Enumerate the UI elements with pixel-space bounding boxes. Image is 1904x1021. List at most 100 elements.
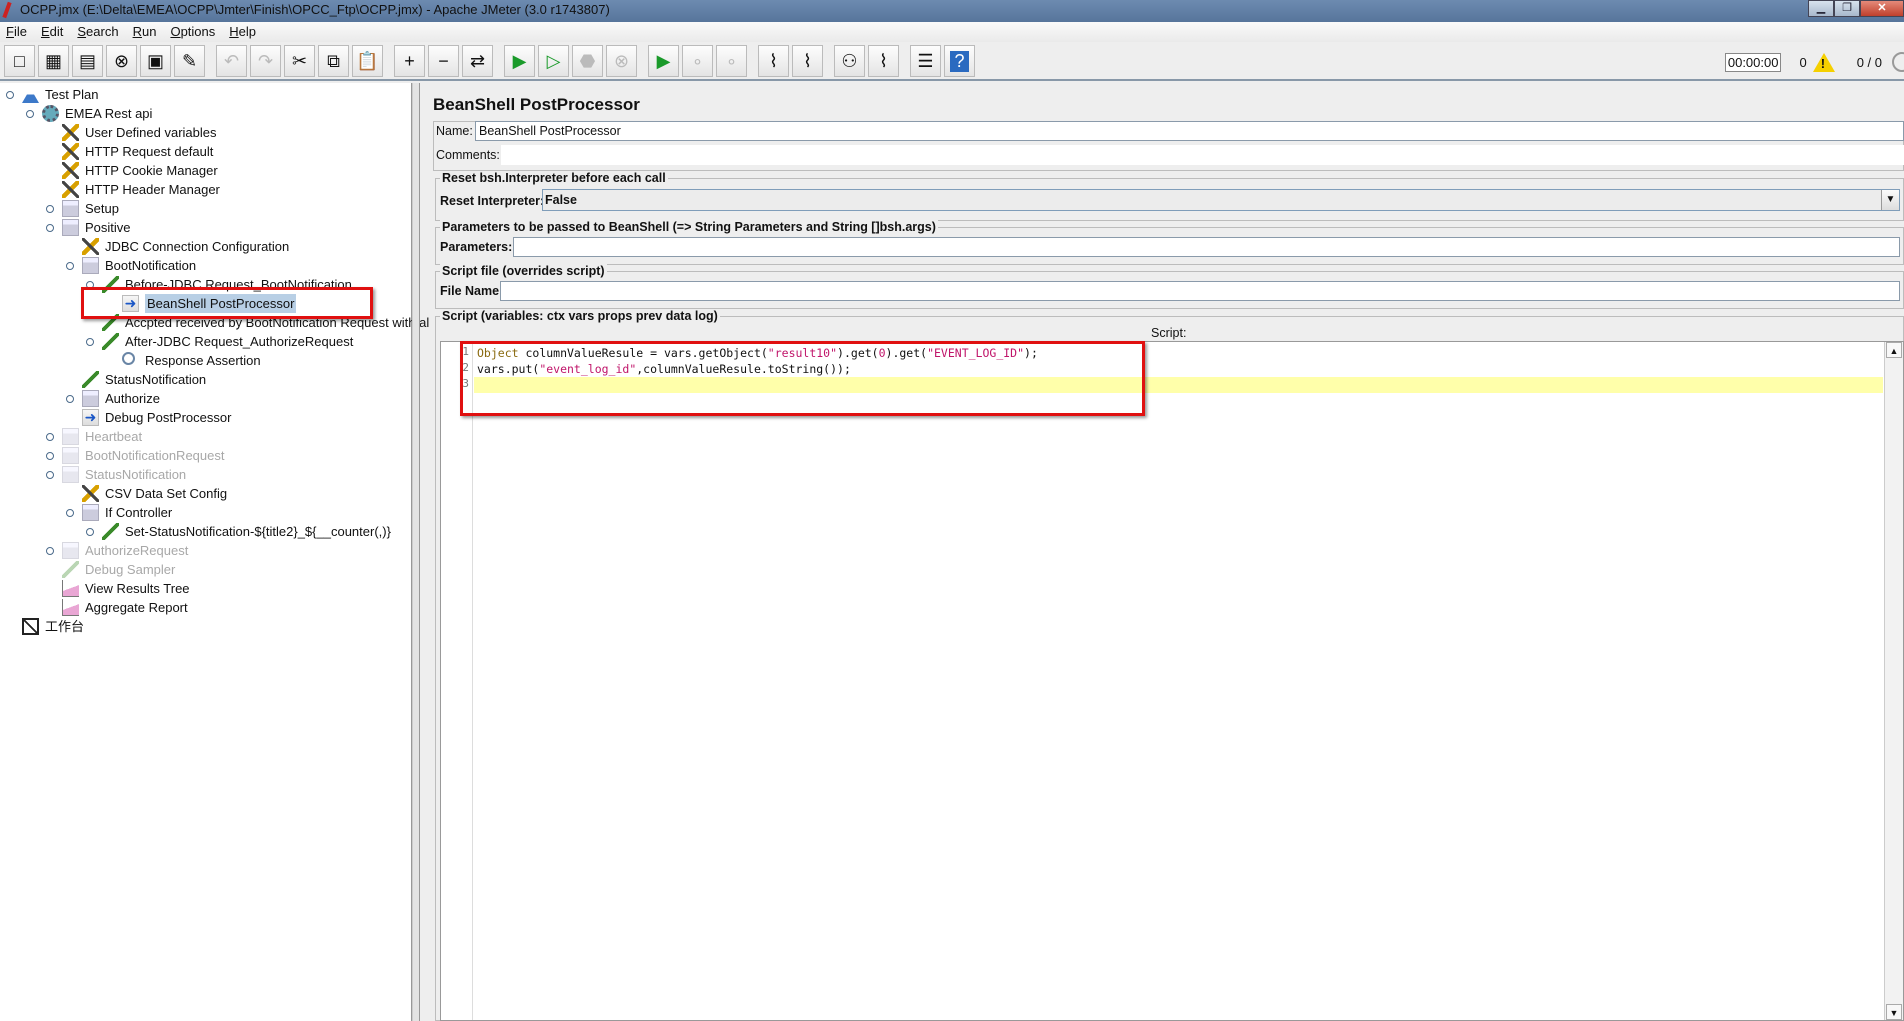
tree-node[interactable]: Positive — [0, 218, 412, 237]
tree-node[interactable]: Authorize — [0, 389, 412, 408]
menu-help[interactable]: Help — [229, 22, 256, 42]
expand-toggle-icon[interactable] — [26, 110, 34, 118]
expand-button[interactable]: + — [394, 45, 425, 77]
scroll-up-icon[interactable]: ▲ — [1886, 342, 1902, 358]
tree-node[interactable]: EMEA Rest api — [0, 104, 412, 123]
collapse-button[interactable]: − — [428, 45, 459, 77]
tree-node[interactable]: 工作台 — [0, 617, 412, 636]
tree-node-label: BootNotification — [105, 258, 197, 273]
tree-node[interactable]: StatusNotification — [0, 370, 412, 389]
close-button[interactable]: ⊗ — [106, 45, 137, 77]
expand-toggle-icon[interactable] — [66, 262, 74, 270]
tree-node[interactable]: BootNotificationRequest — [0, 446, 412, 465]
remote-stop-icon: ∘ — [691, 50, 704, 71]
menu-run[interactable]: Run — [133, 22, 157, 42]
tree-node[interactable]: ➜ Debug PostProcessor — [0, 408, 412, 427]
tree-node[interactable]: Response Assertion — [0, 351, 412, 370]
expand-toggle-icon[interactable] — [46, 452, 54, 460]
tree-node-label: Aggregate Report — [85, 600, 188, 615]
tree-node[interactable]: Heartbeat — [0, 427, 412, 446]
tree-node[interactable]: After-JDBC Request_AuthorizeRequest — [0, 332, 412, 351]
tree-node[interactable]: View Results Tree — [0, 579, 412, 598]
remote-stop-button[interactable]: ∘ — [682, 45, 713, 77]
tree-node[interactable]: Setup — [0, 199, 412, 218]
templates-button[interactable]: ▦ — [38, 45, 69, 77]
stop-button[interactable]: ⬣ — [572, 45, 603, 77]
tree-node-label: Response Assertion — [145, 353, 261, 368]
tree-node[interactable]: Set-StatusNotification-${title2}_${__cou… — [0, 522, 412, 541]
start-no-pause-button[interactable]: ▷ — [538, 45, 569, 77]
menu-edit[interactable]: Edit — [41, 22, 63, 42]
clear-button[interactable]: ⌇ — [758, 45, 789, 77]
open-button[interactable]: ▤ — [72, 45, 103, 77]
reset-interpreter-label: Reset Interpreter: — [440, 194, 545, 208]
thread-icon — [62, 542, 79, 559]
tree-node[interactable]: HTTP Cookie Manager — [0, 161, 412, 180]
remote-shutdown-button[interactable]: ∘ — [716, 45, 747, 77]
name-field[interactable]: BeanShell PostProcessor — [475, 121, 1904, 141]
reset-search-broom-button[interactable]: ⌇ — [868, 45, 899, 77]
paste-button[interactable]: 📋 — [352, 45, 383, 77]
maximize-button[interactable]: ❐ — [1834, 0, 1860, 17]
copy-button[interactable]: ⧉ — [318, 45, 349, 77]
expand-toggle-icon[interactable] — [46, 547, 54, 555]
tree-node[interactable]: Debug Sampler — [0, 560, 412, 579]
tree-node[interactable]: If Controller — [0, 503, 412, 522]
menu-file[interactable]: File — [6, 22, 27, 42]
tree-node[interactable]: Aggregate Report — [0, 598, 412, 617]
expand-toggle-icon[interactable] — [86, 338, 94, 346]
tree-node[interactable]: User Defined variables — [0, 123, 412, 142]
redo-button[interactable]: ↷ — [250, 45, 281, 77]
split-pane-divider[interactable] — [412, 83, 420, 1021]
search-binoculars-button[interactable]: ⚇ — [834, 45, 865, 77]
parameters-field[interactable] — [513, 237, 1900, 257]
expand-toggle-icon[interactable] — [66, 395, 74, 403]
chevron-down-icon[interactable]: ▼ — [1881, 190, 1899, 210]
menu-options[interactable]: Options — [170, 22, 215, 42]
warning-icon[interactable] — [1812, 52, 1835, 72]
tree-node[interactable]: CSV Data Set Config — [0, 484, 412, 503]
file-name-field[interactable] — [500, 281, 1900, 301]
highlight-box-script — [460, 341, 1145, 416]
close-window-button[interactable]: ✕ — [1860, 0, 1904, 17]
comments-field[interactable] — [501, 145, 1904, 165]
tree-node[interactable]: AuthorizeRequest — [0, 541, 412, 560]
remote-start-button[interactable]: ▶ — [648, 45, 679, 77]
tree-node-label: AuthorizeRequest — [85, 543, 189, 558]
expand-toggle-icon[interactable] — [46, 471, 54, 479]
expand-toggle-icon[interactable] — [6, 91, 14, 99]
save-button[interactable]: ▣ — [140, 45, 171, 77]
tree-node[interactable]: HTTP Header Manager — [0, 180, 412, 199]
clear-all-button[interactable]: ⌇ — [792, 45, 823, 77]
expand-toggle-icon[interactable] — [66, 509, 74, 517]
tree-node-label: HTTP Header Manager — [85, 182, 220, 197]
undo-button[interactable]: ↶ — [216, 45, 247, 77]
shutdown-button[interactable]: ⊗ — [606, 45, 637, 77]
editor-vertical-scrollbar[interactable]: ▲ ▼ — [1884, 342, 1903, 1020]
toggle-button[interactable]: ⇄ — [462, 45, 493, 77]
start-button[interactable]: ▶ — [504, 45, 535, 77]
tree-node[interactable]: StatusNotification — [0, 465, 412, 484]
new-button[interactable]: □ — [4, 45, 35, 77]
script-editor[interactable]: 123 Object columnValueResule = vars.getO… — [440, 341, 1904, 1021]
minimize-button[interactable]: ▁ — [1808, 0, 1834, 17]
function-helper-button[interactable]: ☰ — [910, 45, 941, 77]
tree-node[interactable]: BootNotification — [0, 256, 412, 275]
tree-node[interactable]: HTTP Request default — [0, 142, 412, 161]
help-button[interactable]: ? — [944, 45, 975, 77]
tree-node[interactable]: Test Plan — [0, 85, 412, 104]
tree-node[interactable]: JDBC Connection Configuration — [0, 237, 412, 256]
save-icon: ▣ — [146, 50, 164, 71]
expand-toggle-icon[interactable] — [46, 205, 54, 213]
expand-toggle-icon[interactable] — [46, 224, 54, 232]
expand-toggle-icon[interactable] — [46, 433, 54, 441]
cut-button[interactable]: ✂ — [284, 45, 315, 77]
reset-interpreter-select[interactable]: False ▼ — [542, 189, 1900, 211]
script-label: Script: — [1151, 326, 1187, 340]
scroll-down-icon[interactable]: ▼ — [1886, 1004, 1902, 1020]
expand-toggle-icon[interactable] — [86, 528, 94, 536]
menu-search[interactable]: Search — [77, 22, 118, 42]
script-group-title: Script (variables: ctx vars props prev d… — [440, 309, 720, 323]
save-as-button[interactable]: ✎ — [174, 45, 205, 77]
tree-node-label: CSV Data Set Config — [105, 486, 228, 501]
